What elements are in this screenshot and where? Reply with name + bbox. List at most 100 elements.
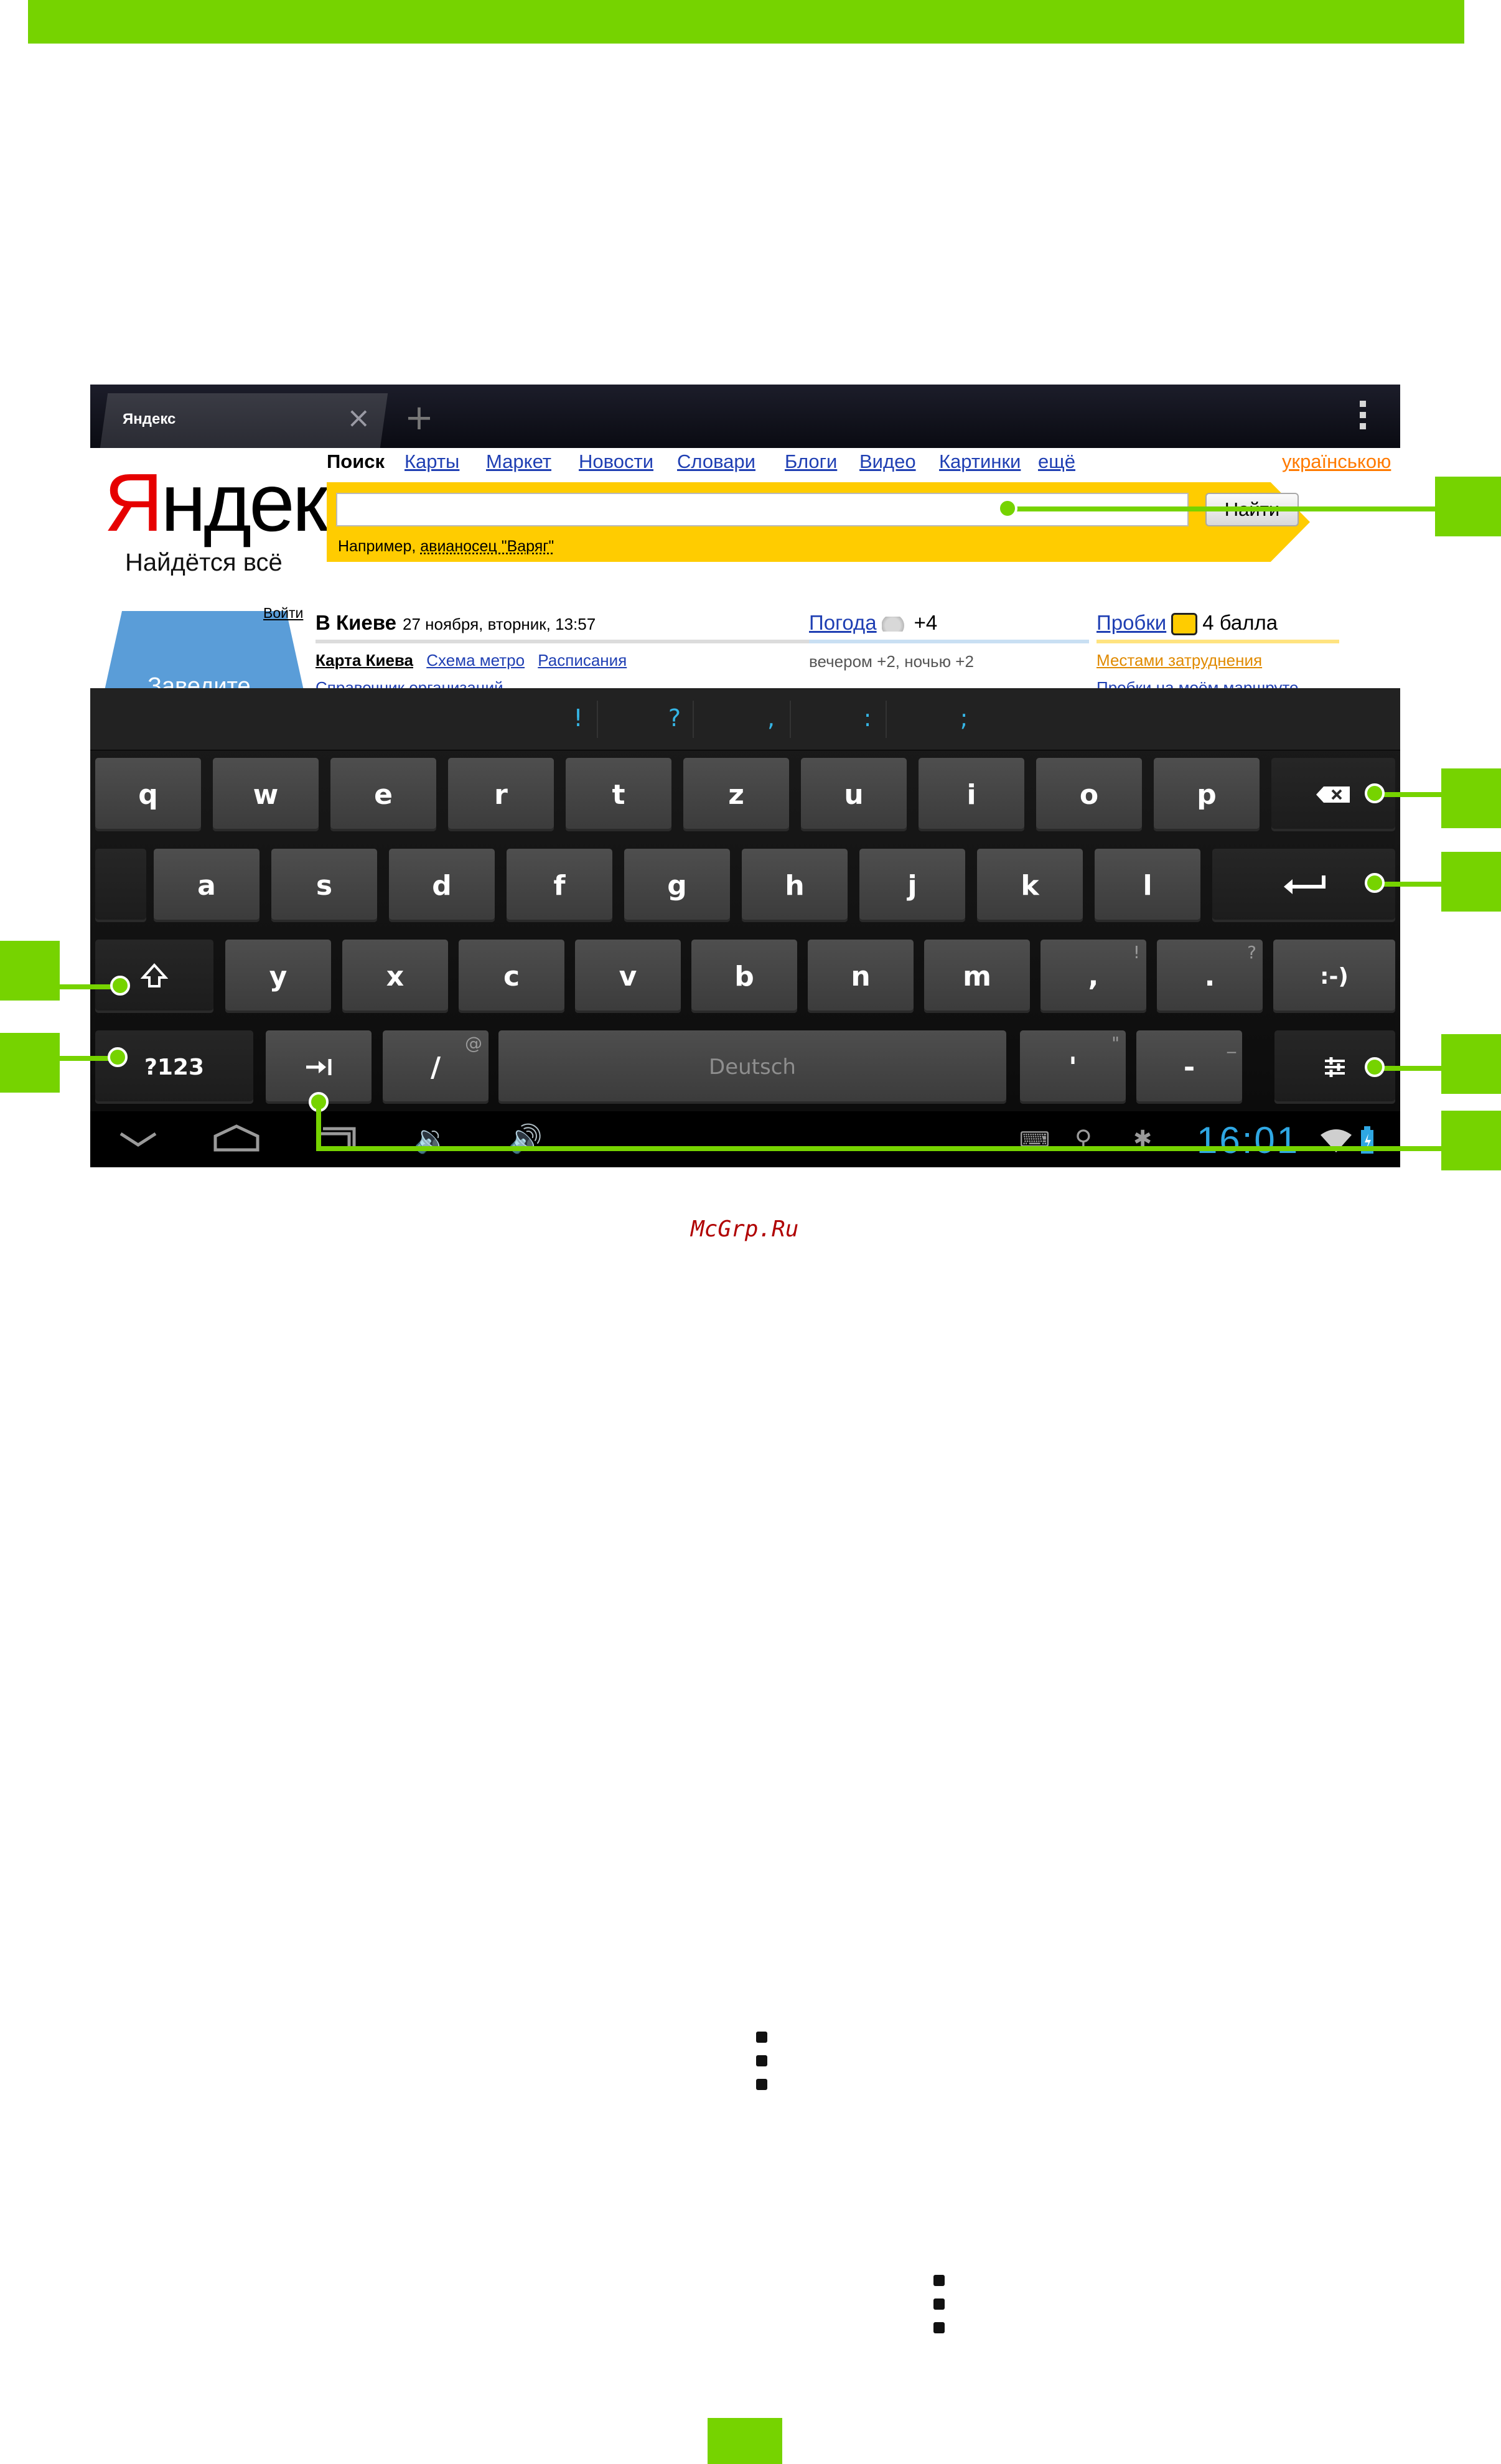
key-d[interactable]: d <box>389 849 495 922</box>
key-b[interactable]: b <box>691 940 797 1013</box>
key-z[interactable]: z <box>683 758 789 831</box>
key-slash[interactable]: / @ <box>383 1030 489 1104</box>
nav-item-maps[interactable]: Карты <box>404 450 459 473</box>
key-y[interactable]: y <box>225 940 331 1013</box>
key-o[interactable]: o <box>1036 758 1142 831</box>
key-s[interactable]: s <box>271 849 377 922</box>
nav-item-news[interactable]: Новости <box>579 450 653 473</box>
city-link-metro[interactable]: Схема метро <box>426 651 525 670</box>
key-k[interactable]: k <box>977 849 1083 922</box>
yandex-page: Яндекс Найдётся всё Поиск Карты Маркет Н… <box>90 448 1400 704</box>
shift-key[interactable] <box>95 940 213 1013</box>
traffic-status[interactable]: Местами затруднения <box>1097 651 1262 670</box>
city-link-map[interactable]: Карта Киева <box>316 651 413 670</box>
callout-dot-search <box>998 498 1017 518</box>
nav-item-images[interactable]: Картинки <box>939 450 1021 473</box>
shift-icon <box>141 963 168 987</box>
key-u[interactable]: u <box>801 758 907 831</box>
callout-line-enter <box>1375 882 1444 887</box>
suggestion-item[interactable]: ; <box>933 704 995 732</box>
suggestion-item[interactable]: : <box>836 704 899 732</box>
key-g[interactable]: g <box>624 849 730 922</box>
callout-marker-symbols <box>0 1033 60 1093</box>
key-comma[interactable]: ,! <box>1040 940 1146 1013</box>
suggestion-item[interactable]: ! <box>547 704 609 732</box>
city-link-schedules[interactable]: Расписания <box>538 651 627 670</box>
key-period[interactable]: .? <box>1157 940 1263 1013</box>
callout-dot-enter <box>1365 873 1385 893</box>
nav-item-market[interactable]: Маркет <box>486 450 551 473</box>
browser-tab-title[interactable]: Яндекс <box>123 411 175 428</box>
key-f[interactable]: f <box>507 849 612 922</box>
yandex-logo[interactable]: Яндекс <box>104 462 368 544</box>
callout-dot-settings <box>1365 1057 1385 1077</box>
key-apostrophe-alt: " <box>1111 1033 1120 1053</box>
key-c[interactable]: c <box>459 940 564 1013</box>
key-r[interactable]: r <box>448 758 554 831</box>
callout-line-settings <box>1375 1066 1444 1071</box>
callout-line-search <box>1007 506 1443 511</box>
callout-marker-backspace <box>1441 768 1501 828</box>
login-link[interactable]: Войти <box>263 605 303 622</box>
callout-marker-enter <box>1441 852 1501 912</box>
key-comma-alt: ! <box>1133 942 1140 963</box>
menu-dots-icon <box>756 2032 767 2102</box>
weather-link[interactable]: Погода <box>809 611 877 634</box>
key-dash[interactable]: - _ <box>1136 1030 1242 1104</box>
callout-line-tab <box>316 1146 1444 1151</box>
weather-forecast: вечером +2, ночью +2 <box>809 652 974 671</box>
city-date: 27 ноября, вторник, 13:57 <box>403 615 596 633</box>
suggestion-item[interactable]: ? <box>643 704 706 732</box>
suggestion-item[interactable]: , <box>740 704 802 732</box>
callout-line-tab-vertical <box>316 1101 321 1151</box>
nav-item-dictionaries[interactable]: Словари <box>677 450 755 473</box>
browser-tab-strip: Яндекс × + <box>90 385 1400 448</box>
key-p[interactable]: p <box>1154 758 1260 831</box>
page-number-box <box>708 2418 782 2464</box>
key-a[interactable]: a <box>154 849 260 922</box>
key-t[interactable]: t <box>566 758 671 831</box>
traffic-link[interactable]: Пробки <box>1097 611 1166 634</box>
key-x[interactable]: x <box>342 940 448 1013</box>
key-e[interactable]: e <box>330 758 436 831</box>
key-j[interactable]: j <box>859 849 965 922</box>
overflow-menu-icon[interactable] <box>1360 401 1366 432</box>
spacebar[interactable]: Deutsch <box>498 1030 1006 1104</box>
key-h[interactable]: h <box>742 849 848 922</box>
smiley-key[interactable]: :-) <box>1273 940 1395 1013</box>
key-apostrophe[interactable]: ' " <box>1020 1030 1126 1104</box>
tab-icon <box>306 1059 332 1075</box>
symbols-key[interactable]: ?123 <box>95 1030 253 1104</box>
key-n[interactable]: n <box>808 940 914 1013</box>
home-icon[interactable] <box>212 1122 261 1152</box>
key-l[interactable]: l <box>1095 849 1200 922</box>
city-divider <box>316 640 894 643</box>
callout-line-backspace <box>1375 792 1444 797</box>
weather-divider <box>809 640 1089 643</box>
cloud-icon <box>881 617 909 632</box>
new-tab-icon[interactable]: + <box>404 401 434 436</box>
key-m[interactable]: m <box>924 940 1030 1013</box>
header-accent-bar <box>28 0 1464 44</box>
system-bar: 🔉 🔊 ⌨ ⚲ ✱ 16:01 <box>90 1111 1400 1167</box>
key-w[interactable]: w <box>213 758 319 831</box>
callout-dot-symbols <box>108 1047 128 1067</box>
key-dash-alt: _ <box>1227 1033 1236 1053</box>
onscreen-keyboard: ! ? , : ; q w e r t z u i o p a s d f g … <box>90 688 1400 1111</box>
traffic-widget: Пробки 4 балла <box>1097 611 1278 636</box>
suggestion-strip: ! ? , : ; <box>90 688 1400 750</box>
key-period-alt: ? <box>1247 942 1256 963</box>
callout-marker-search <box>1435 477 1501 536</box>
settings-icon <box>1325 1057 1345 1077</box>
back-icon[interactable] <box>118 1130 158 1149</box>
key-q[interactable]: q <box>95 758 201 831</box>
search-example-link[interactable]: авианосец "Варяг" <box>420 538 554 555</box>
key-i[interactable]: i <box>919 758 1024 831</box>
close-tab-icon[interactable]: × <box>347 403 371 432</box>
nav-item-more[interactable]: ещё <box>1038 450 1075 473</box>
key-v[interactable]: v <box>575 940 681 1013</box>
nav-item-blogs[interactable]: Блоги <box>785 450 837 473</box>
status-clock[interactable]: 16:01 <box>1197 1119 1299 1162</box>
language-link[interactable]: українською <box>1282 450 1391 473</box>
nav-item-video[interactable]: Видео <box>859 450 916 473</box>
